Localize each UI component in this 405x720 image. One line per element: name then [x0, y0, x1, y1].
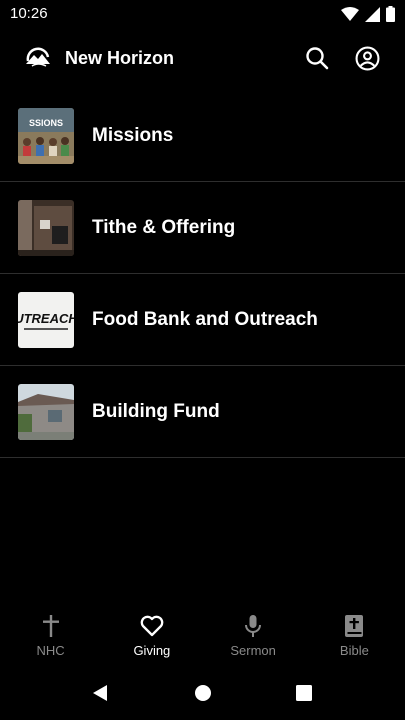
giving-item-label: Building Fund: [92, 401, 220, 422]
missions-thumb-text: SSIONS: [29, 118, 63, 128]
giving-item-label: Tithe & Offering: [92, 217, 236, 238]
search-button[interactable]: [303, 44, 331, 72]
recents-button[interactable]: [293, 682, 315, 704]
app-title: New Horizon: [65, 48, 175, 68]
outreach-thumbnail: UTREACH: [18, 292, 74, 348]
status-icons: [341, 6, 395, 22]
tithe-thumbnail: [18, 200, 74, 256]
missions-thumbnail: SSIONS: [18, 108, 74, 164]
home-circle-icon: [195, 685, 211, 701]
nav-label-sermon: Sermon: [230, 643, 276, 658]
wifi-icon: [341, 7, 359, 21]
giving-list: SSIONS Missions Tithe & Offering TREAC F…: [0, 90, 405, 458]
nav-label-giving: Giving: [133, 643, 171, 658]
nav-label-nhc: NHC: [36, 643, 65, 658]
giving-item-tithe-offering[interactable]: Tithe & Offering: [0, 182, 405, 274]
giving-item-label: Missions: [92, 125, 174, 146]
nav-item-giving[interactable]: Giving: [101, 604, 202, 666]
account-circle-icon: [355, 46, 379, 70]
battery-icon: [386, 6, 395, 22]
outreach-thumb-text: UTREACH: [18, 311, 74, 326]
signal-icon: [365, 6, 380, 22]
bottom-nav: NHC Giving Sermon Bible: [0, 604, 405, 666]
giving-item-food-bank[interactable]: UTREACH Food Bank and Outreach: [0, 274, 405, 366]
home-button[interactable]: [192, 682, 214, 704]
search-icon: [306, 47, 329, 70]
giving-item-label: Food Bank and Outreach: [92, 309, 318, 330]
recents-square-icon: [296, 685, 312, 701]
nav-label-bible: Bible: [339, 643, 369, 658]
microphone-icon: [240, 613, 266, 639]
cross-icon: [38, 613, 64, 639]
giving-item-building-fund[interactable]: Building Fund: [0, 366, 405, 458]
nav-item-sermon[interactable]: Sermon: [203, 604, 304, 666]
nav-item-nhc[interactable]: NHC: [0, 604, 101, 666]
bible-icon: [341, 613, 367, 639]
system-nav-bar: [0, 666, 405, 720]
back-triangle-icon: [93, 685, 107, 701]
status-bar: 10:26: [0, 0, 405, 28]
back-button[interactable]: [89, 682, 111, 704]
giving-item-missions[interactable]: SSIONS Missions: [0, 90, 405, 182]
profile-button[interactable]: [353, 44, 381, 72]
building-thumbnail: [18, 384, 74, 440]
heart-icon: [139, 613, 165, 639]
nav-item-bible[interactable]: Bible: [304, 604, 405, 666]
status-time: 10:26: [10, 5, 48, 22]
app-bar: New Horizon: [0, 30, 405, 88]
mountain-logo-icon: [24, 44, 52, 72]
